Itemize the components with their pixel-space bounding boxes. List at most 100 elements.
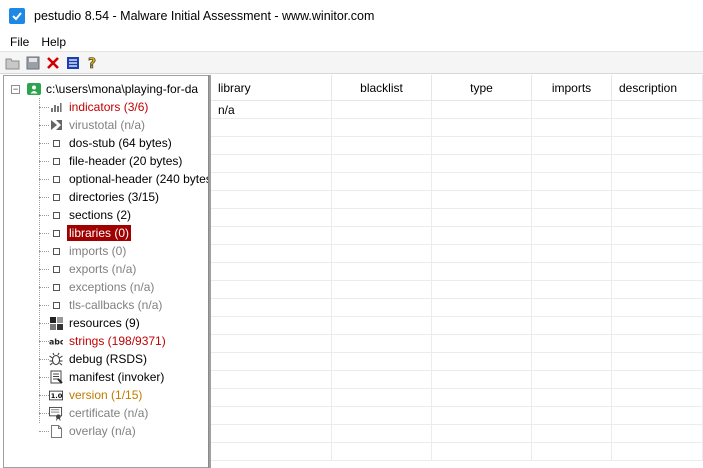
- tree-connector: [39, 178, 49, 180]
- tree-item-label: version (1/15): [69, 388, 143, 402]
- table-row[interactable]: n/a: [211, 101, 703, 119]
- table-cell: [332, 443, 432, 461]
- table-cell: [532, 101, 612, 119]
- menu-file[interactable]: File: [0, 35, 36, 49]
- table-cell: [532, 137, 612, 155]
- table-cell: [612, 425, 703, 443]
- tree-item-label: tls-callbacks (n/a): [69, 298, 163, 312]
- tree-item-certificate[interactable]: certificate (n/a): [39, 404, 150, 422]
- table-cell: [332, 335, 432, 353]
- table-cell: [432, 137, 532, 155]
- version-icon: 1.0: [49, 388, 63, 402]
- table-cell: [532, 299, 612, 317]
- table-cell: [211, 191, 332, 209]
- table-cell: [211, 443, 332, 461]
- table-cell: [612, 371, 703, 389]
- table-cell: [532, 443, 612, 461]
- table-cell: [211, 299, 332, 317]
- tree-item-label: resources (9): [69, 316, 140, 330]
- table-cell: [332, 209, 432, 227]
- tree-item-exceptions[interactable]: exceptions (n/a): [39, 278, 156, 296]
- column-header-library[interactable]: library: [211, 75, 332, 101]
- tree-item-virustotal[interactable]: virustotal (n/a): [39, 116, 147, 134]
- table-cell: [432, 191, 532, 209]
- table-cell: [332, 227, 432, 245]
- svg-text:abc: abc: [49, 338, 63, 347]
- close-icon[interactable]: [43, 53, 63, 73]
- tree-item-overlay[interactable]: overlay (n/a): [39, 422, 138, 440]
- table-cell: [332, 155, 432, 173]
- table-cell: [211, 425, 332, 443]
- tree-item-tls-callbacks[interactable]: tls-callbacks (n/a): [39, 296, 164, 314]
- tree-item-label: debug (RSDS): [69, 352, 148, 366]
- table-cell: [332, 173, 432, 191]
- table-cell: [432, 263, 532, 281]
- table-cell: [332, 425, 432, 443]
- list-icon[interactable]: [63, 53, 83, 73]
- table-row: [211, 281, 703, 299]
- table-cell: [211, 245, 332, 263]
- tree-connector: [39, 268, 49, 270]
- tree-item-sections[interactable]: sections (2): [39, 206, 133, 224]
- table-row: [211, 155, 703, 173]
- title-bar: pestudio 8.54 - Malware Initial Assessme…: [0, 0, 703, 32]
- table-cell: [332, 407, 432, 425]
- column-header-description[interactable]: description: [612, 75, 703, 101]
- column-header-blacklist[interactable]: blacklist: [332, 75, 432, 101]
- table-cell: [211, 281, 332, 299]
- table-cell: [432, 155, 532, 173]
- open-icon[interactable]: [3, 53, 23, 73]
- table-cell: [612, 209, 703, 227]
- tree-item-debug[interactable]: debug (RSDS): [39, 350, 149, 368]
- tree-item-version[interactable]: 1.0 version (1/15): [39, 386, 144, 404]
- square-icon: [49, 190, 63, 204]
- tree-item-label: directories (3/15): [69, 190, 160, 204]
- square-icon: [49, 262, 63, 276]
- abc-icon: abc: [49, 334, 63, 348]
- tree-item-dos-stub[interactable]: dos-stub (64 bytes): [39, 134, 174, 152]
- tree-item-strings[interactable]: abc strings (198/9371): [39, 332, 168, 350]
- table-cell: [332, 389, 432, 407]
- column-header-type[interactable]: type: [432, 75, 532, 101]
- tree-connector: [39, 232, 49, 234]
- table-cell: [211, 227, 332, 245]
- table-cell: [211, 263, 332, 281]
- table-cell: [532, 353, 612, 371]
- table-cell: [211, 209, 332, 227]
- square-icon: [49, 154, 63, 168]
- table-cell: [432, 173, 532, 191]
- table-cell: [432, 335, 532, 353]
- help-icon[interactable]: ?: [83, 53, 103, 73]
- table-cell: [211, 353, 332, 371]
- bug-icon: [49, 352, 63, 366]
- menu-help[interactable]: Help: [36, 35, 73, 49]
- tree-item-indicators[interactable]: indicators (3/6): [39, 98, 150, 116]
- tree-item-imports[interactable]: imports (0): [39, 242, 128, 260]
- tree-item-label: file-header (20 bytes): [69, 154, 183, 168]
- tree-item-manifest[interactable]: manifest (invoker): [39, 368, 166, 386]
- table-cell: [612, 263, 703, 281]
- svg-text:?: ?: [88, 56, 96, 71]
- tree-item-exports[interactable]: exports (n/a): [39, 260, 138, 278]
- tree-item-optional-header[interactable]: optional-header (240 bytes: [39, 170, 208, 188]
- tree-root[interactable]: − c:\users\mona\playing-for-da: [11, 80, 198, 98]
- tree-item-libraries[interactable]: libraries (0): [39, 224, 132, 242]
- manifest-icon: [49, 370, 63, 384]
- tree-item-label: libraries (0): [67, 225, 132, 241]
- tree-item-resources[interactable]: resources (9): [39, 314, 142, 332]
- table-row: [211, 425, 703, 443]
- table-row: [211, 353, 703, 371]
- tree-item-file-header[interactable]: file-header (20 bytes): [39, 152, 184, 170]
- table-cell: [532, 335, 612, 353]
- table-cell: [532, 173, 612, 191]
- column-header-imports[interactable]: imports: [532, 75, 612, 101]
- tree-item-directories[interactable]: directories (3/15): [39, 188, 161, 206]
- table-cell: [532, 227, 612, 245]
- collapse-icon[interactable]: −: [11, 84, 20, 94]
- tree-item-label: indicators (3/6): [69, 100, 149, 114]
- save-icon[interactable]: [23, 53, 43, 73]
- table-cell: [432, 371, 532, 389]
- table-cell: [532, 245, 612, 263]
- square-icon: [49, 136, 63, 150]
- tree-connector: [39, 160, 49, 162]
